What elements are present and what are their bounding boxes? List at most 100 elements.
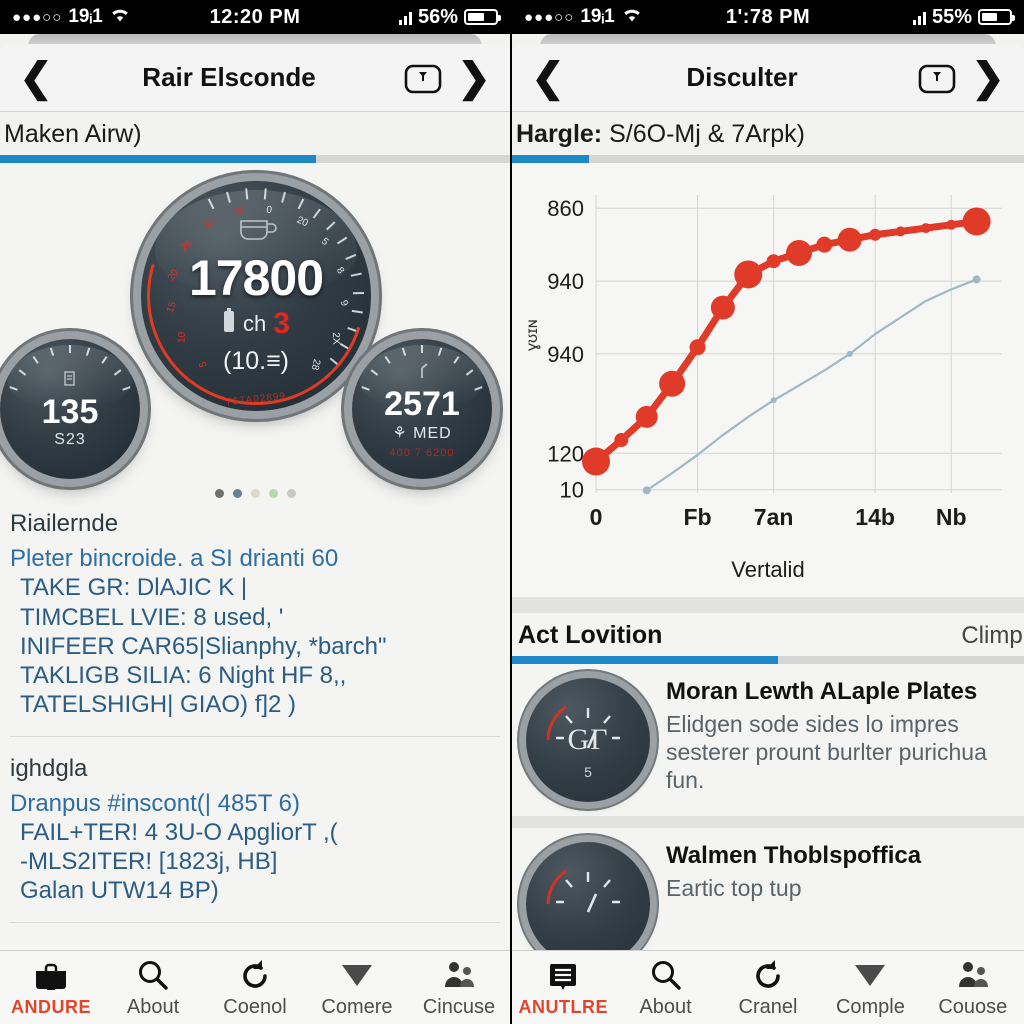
gauge-badge-icon[interactable] [400,61,446,95]
chart-data-point[interactable] [786,239,812,266]
nav-bar: ❮ Disculter ❯ [512,44,1024,112]
list-item[interactable]: GΓ 5 Moran Lewth ALaple Plates Elidgen sode… [512,664,1024,816]
battery-icon [978,9,1015,25]
status-bar: ●●●○○ 19ᵢ1 12:20 PM 56% [0,0,510,34]
chart-data-point[interactable] [614,433,629,448]
text-line: TATELSHIGH| GIAO) f]2 ) [20,691,297,719]
clock: 12:20 PM [209,5,301,28]
text-line: Dranpus #inscont(| 485T 6) [10,789,300,817]
forward-button[interactable]: ❯ [452,58,496,98]
chart-data-point[interactable] [946,219,957,230]
cup-icon [234,216,278,247]
section-gap [512,597,1024,613]
back-button[interactable]: ❮ [14,58,58,98]
tab-coenol[interactable]: Coenol [204,951,306,1024]
cellular-bars-icon [912,10,926,25]
main-gauge[interactable]: 5 10 15 20 25 30 35 0 20 5 8 9 2X 28 17800 ch 3 (10.≡… [141,181,371,411]
tab-cranel[interactable]: Cranel [717,951,819,1024]
chart-data-point[interactable] [972,275,981,284]
left-gauge-sub: S23 [54,430,86,448]
oil-icon: ⚘ [392,424,408,442]
chart-data-point[interactable] [962,207,991,236]
chart-data-point[interactable] [582,447,610,476]
chart-x-tick: 7an [754,504,794,530]
tab-about[interactable]: About [102,951,204,1024]
back-button[interactable]: ❮ [526,58,570,98]
left-gauge[interactable]: 135 S23 [0,339,140,479]
chart-y-tick: 860 [547,196,584,221]
forward-button[interactable]: ❯ [966,58,1010,98]
list-container: GΓ 5 Moran Lewth ALaple Plates Elidgen sode… [512,664,1024,950]
block1-heading: Riailernde [10,510,119,537]
chart-data-point[interactable] [642,486,651,495]
tab-label: About [126,995,180,1018]
left-phone-panel: ●●●○○ 19ᵢ1 12:20 PM 56% ❮ Rair Elsconde … [0,0,512,1024]
divider [10,921,500,923]
chart-y-tick: 940 [547,269,584,294]
thumb-value: GΓ [567,723,609,756]
tab-comple[interactable]: Comple [819,951,921,1024]
chart-data-point[interactable] [659,370,686,397]
battery-cell-icon [222,308,236,340]
main-gauge-paren: (10.≡) [223,347,289,375]
refresh-icon [752,957,784,993]
gauge-cluster: 5 10 15 20 25 30 35 0 20 5 8 9 2X 28 17800 ch 3 (10.≡… [0,163,510,493]
tab-bar: ANUTLRE About Cranel Comple Couose [512,950,1024,1024]
text-line: Galan UTW14 BP) [20,877,219,905]
right-gauge-sub: ⚘ MED [392,423,451,443]
signal-dots-icon: ●●●○○ [524,8,575,26]
gear-number: 3 [273,307,290,340]
briefcase-icon [34,958,68,994]
chart-data-point[interactable] [689,339,706,356]
section-progress-bar [512,656,1024,664]
dual-phone-screenshot: ●●●○○ 19ᵢ1 12:20 PM 56% ❮ Rair Elsconde … [0,0,1024,1024]
tab-label: Cranel [738,995,798,1018]
tab-couose[interactable]: Couose [922,951,1024,1024]
chart-data-point[interactable] [766,254,781,269]
chart-data-point[interactable] [816,236,833,253]
tab-about[interactable]: About [614,951,716,1024]
tab-anutlre[interactable]: ANUTLRE [512,951,614,1024]
tab-andure[interactable]: ANDURE [0,951,102,1024]
chart-data-point[interactable] [770,397,777,404]
sub-header: Maken Airw) [4,120,142,148]
block1-lines: Pleter bincroide. a SI drianti 60 TAKE GR… [10,544,500,720]
chart-container[interactable]: ɣʊɪɴ 10 120 940 940 860 0 Fb 7an 14b Nb Vertalid [512,163,1024,597]
line-chart[interactable]: ɣʊɪɴ 10 120 940 940 860 0 Fb 7an 14b Nb Vertalid [518,173,1018,593]
section-header: Act Lovition Climpls [512,613,1024,656]
list-item-description: Eartic top tup [666,875,802,901]
chart-data-point[interactable] [837,227,862,252]
fuel-icon [62,370,78,393]
chart-data-point[interactable] [734,260,763,289]
right-phone-panel: ●●●○○ 19ᵢ1 1':78 PM 55% ❮ Disculter ❯ Ha… [512,0,1024,1024]
chart-data-point[interactable] [846,350,853,357]
chart-data-point[interactable] [710,295,735,320]
content-scroll[interactable]: 5 10 15 20 25 30 35 0 20 5 8 9 2X 28 17800 ch 3 (10.≡… [0,163,510,950]
right-gauge-sub-label: MED [413,424,452,442]
tab-cincuse[interactable]: Cincuse [408,951,510,1024]
chart-data-point[interactable] [895,226,906,237]
section-right-label: Climpls [961,622,1024,649]
refresh-icon [239,957,271,993]
gauge-badge-icon[interactable] [914,61,960,95]
tab-label: Comple [835,995,905,1018]
thumb-sub: 5 [584,764,592,780]
tab-comere[interactable]: Comere [306,951,408,1024]
text-block-2: ighdgla Dranpus #inscont(| 485T 6) FAIL+T… [0,743,510,916]
text-line: FAIL+TER! 4 3U-O ApgliorT ,( [20,818,338,846]
tab-bar: ANDURE About Coenol Comere Cincuse [0,950,510,1024]
channel-label: ch [243,311,267,336]
chart-y-tick: 120 [547,441,584,466]
block2-lines: Dranpus #inscont(| 485T 6) FAIL+TER! 4 3U… [10,789,500,906]
content-scroll[interactable]: ɣʊɪɴ 10 120 940 940 860 0 Fb 7an 14b Nb Vertalid … [512,163,1024,950]
right-gauge[interactable]: 2571 ⚘ MED 400 7 6200 [352,339,492,479]
chart-data-point[interactable] [920,223,931,234]
cellular-bars-icon [398,10,412,25]
text-line: TIMCBEL LVIE: 8 used, ' [20,603,284,631]
chart-data-point[interactable] [635,405,658,428]
nav-bar: ❮ Rair Elsconde ❯ [0,44,510,112]
list-item[interactable]: Walmen Thoblspoffica Eartic top tup [512,828,1024,950]
text-line: -MLS2ITER! [1823j, HB] [20,848,278,876]
chart-data-point[interactable] [869,228,882,241]
list-item-title: Moran Lewth ALaple Plates [666,678,978,705]
